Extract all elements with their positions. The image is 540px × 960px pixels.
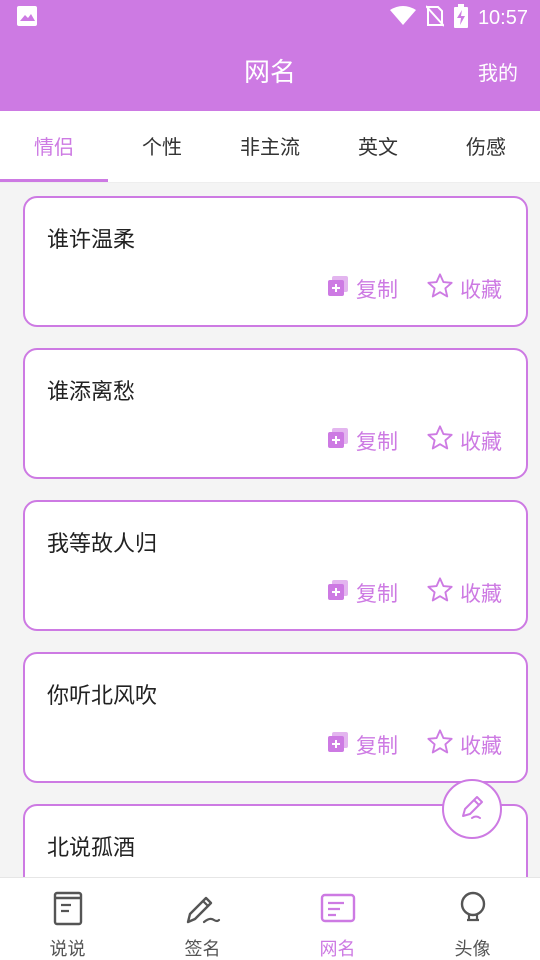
- item-actions: 复制 收藏: [326, 424, 502, 457]
- tab-non-mainstream[interactable]: 非主流: [216, 111, 324, 182]
- avatar-icon: [456, 890, 490, 931]
- copy-button[interactable]: 复制: [326, 576, 398, 609]
- star-icon: [426, 728, 454, 761]
- app-bar: 网名 我的: [0, 36, 540, 111]
- favorite-label: 收藏: [460, 277, 502, 302]
- list-item: 谁许温柔 复制 收藏: [23, 196, 528, 327]
- favorite-button[interactable]: 收藏: [426, 424, 502, 457]
- favorite-label: 收藏: [460, 733, 502, 758]
- tab-english[interactable]: 英文: [324, 111, 432, 182]
- name-list: 谁许温柔 复制 收藏 谁添离愁 复制 收藏 我等故人归 复制 收藏 你听北风吹 …: [0, 183, 540, 877]
- favorite-label: 收藏: [460, 581, 502, 606]
- nav-item-shuoshuo[interactable]: 说说: [0, 878, 135, 960]
- nav-label: 签名: [184, 939, 221, 960]
- copy-button[interactable]: 复制: [326, 728, 398, 761]
- item-name: 我等故人归: [47, 532, 158, 557]
- status-time: 10:57: [477, 6, 528, 29]
- tab-personality[interactable]: 个性: [108, 111, 216, 182]
- copy-label: 复制: [356, 429, 398, 454]
- item-name: 北说孤酒: [47, 836, 136, 861]
- wifi-icon: [389, 6, 416, 30]
- nav-item-signature[interactable]: 签名: [135, 878, 270, 960]
- edit-fab-button[interactable]: [442, 779, 502, 839]
- status-bar: 10:57: [0, 0, 540, 36]
- tab-couple[interactable]: 情侣: [0, 111, 108, 182]
- list-item: 谁添离愁 复制 收藏: [23, 348, 528, 479]
- signature-pen-icon: [184, 890, 222, 931]
- copy-button[interactable]: 复制: [326, 272, 398, 305]
- battery-charging-icon: [453, 4, 468, 32]
- favorite-label: 收藏: [460, 429, 502, 454]
- favorite-button[interactable]: 收藏: [426, 576, 502, 609]
- bottom-nav: 说说 签名 网名 头像: [0, 877, 540, 960]
- item-name: 你听北风吹: [47, 684, 158, 709]
- star-icon: [426, 424, 454, 457]
- nav-item-nickname[interactable]: 网名: [270, 878, 405, 960]
- edit-pen-icon: [456, 791, 488, 827]
- status-icons: 10:57: [389, 4, 528, 32]
- star-icon: [426, 576, 454, 609]
- nav-label: 头像: [454, 939, 491, 960]
- item-actions: 复制 收藏: [326, 728, 502, 761]
- item-actions: 复制 收藏: [326, 576, 502, 609]
- page-title: 网名: [243, 58, 296, 88]
- category-tabs: 情侣 个性 非主流 英文 伤感: [0, 111, 540, 183]
- copy-label: 复制: [356, 733, 398, 758]
- item-name: 谁添离愁: [47, 380, 136, 405]
- item-actions: 复制 收藏: [326, 272, 502, 305]
- nav-item-avatar[interactable]: 头像: [405, 878, 540, 960]
- copy-button[interactable]: 复制: [326, 424, 398, 457]
- list-item: 我等故人归 复制 收藏: [23, 500, 528, 631]
- copy-label: 复制: [356, 277, 398, 302]
- copy-label: 复制: [356, 581, 398, 606]
- name-card-icon: [319, 890, 357, 931]
- nav-label: 说说: [49, 939, 86, 960]
- copy-icon: [326, 426, 350, 455]
- my-button[interactable]: 我的: [478, 36, 518, 111]
- copy-icon: [326, 578, 350, 607]
- item-name: 谁许温柔: [47, 228, 136, 253]
- favorite-button[interactable]: 收藏: [426, 272, 502, 305]
- no-signal-icon: [425, 5, 445, 31]
- favorite-button[interactable]: 收藏: [426, 728, 502, 761]
- copy-icon: [326, 730, 350, 759]
- nav-label: 网名: [319, 939, 356, 960]
- tab-sad[interactable]: 伤感: [432, 111, 540, 182]
- notebook-icon: [51, 890, 85, 931]
- star-icon: [426, 272, 454, 305]
- copy-icon: [326, 274, 350, 303]
- image-icon: [16, 5, 38, 31]
- list-item: 你听北风吹 复制 收藏: [23, 652, 528, 783]
